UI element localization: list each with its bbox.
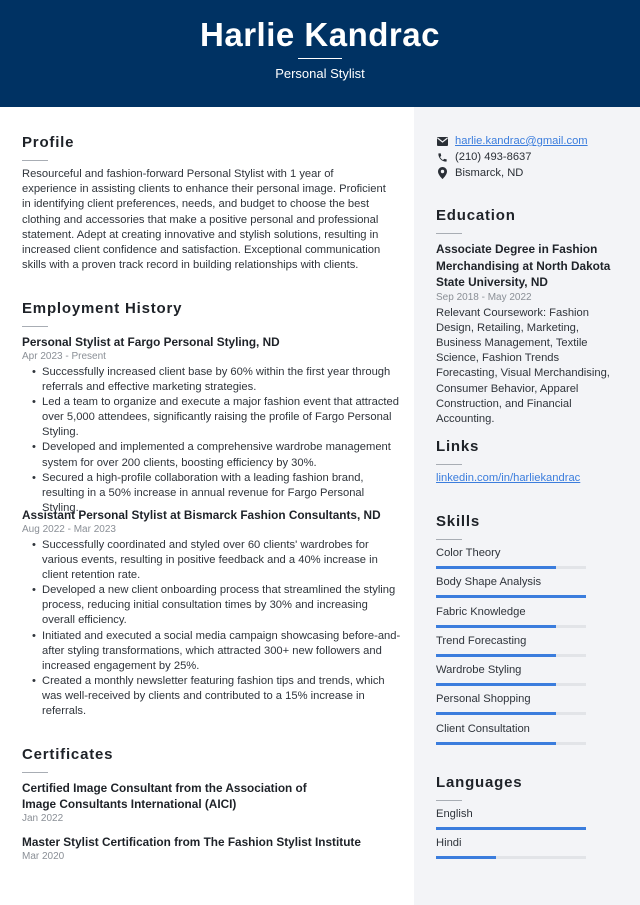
section-divider [22, 326, 48, 327]
profile-heading: Profile [22, 134, 75, 151]
header-divider [298, 58, 342, 59]
job-title: Personal Stylist at Fargo Personal Styli… [22, 335, 280, 349]
section-divider [436, 464, 462, 465]
candidate-name: Harlie Kandrac [200, 16, 440, 53]
map-pin-icon [436, 167, 448, 179]
education-description: Relevant Coursework: Fashion Design, Ret… [436, 306, 610, 425]
skill-item-level-bar [436, 595, 586, 599]
skill-item-level-bar [436, 566, 586, 569]
language-item-level-bar [436, 856, 586, 860]
education-degree: Associate Degree in Fashion Merchandisin… [436, 242, 611, 289]
phone-icon [436, 151, 448, 163]
skill-item-level-fill [436, 683, 556, 687]
linkedin-link[interactable]: linkedin.com/in/harliekandrac [436, 471, 622, 486]
job-dates: Aug 2022 - Mar 2023 [22, 524, 116, 535]
skill-item: Trend Forecasting [436, 634, 622, 663]
certificate-title: Master Stylist Certification from The Fa… [22, 835, 361, 849]
skills-list: Color Theory Body Shape Analysis Fabric Kn… [436, 546, 622, 751]
phone-text: (210) 493-8637 [455, 151, 532, 163]
skill-item-name: Personal Shopping [436, 693, 531, 706]
section-divider [22, 772, 48, 773]
skill-item-level-bar [436, 683, 586, 687]
language-item: Hindi [436, 836, 622, 865]
language-item-level-bar [436, 827, 586, 830]
email-link[interactable]: harlie.kandrac@gmail.com [455, 133, 588, 149]
skill-item-level-bar [436, 653, 586, 657]
profile-section: Profile Resourceful and fashion-forward … [22, 134, 392, 273]
education-section: Education Associate Degree in Fashion Me… [436, 207, 622, 427]
skill-item: Body Shape Analysis [436, 575, 622, 604]
education-dates: Sep 2018 - May 2022 [436, 291, 532, 303]
skill-item-level-fill [436, 624, 556, 628]
skill-item-level-fill [436, 653, 556, 657]
section-divider [436, 539, 462, 540]
languages-heading: Languages [436, 774, 523, 791]
skills-section: Skills Color Theory Body Shape Analysis Fa… [436, 513, 622, 751]
skill-item-name: Body Shape Analysis [436, 576, 542, 589]
language-item: English [436, 807, 622, 836]
envelope-icon [436, 135, 448, 147]
profile-text: Resourceful and fashion-forward Personal… [22, 168, 386, 272]
skill-item: Color Theory [436, 546, 622, 575]
skill-item-name: Fabric Knowledge [436, 605, 526, 618]
certificates-heading: Certificates [22, 746, 114, 763]
job-bullet: Successfully increased client base by 60… [32, 365, 402, 395]
education-heading: Education [436, 207, 516, 224]
skill-item: Personal Shopping [436, 692, 622, 721]
contact-block: harlie.kandrac@gmail.com (210) 493-8637 … [436, 133, 626, 181]
certificate-entry: Master Stylist Certification from The Fa… [22, 834, 392, 864]
job-bullet: Developed and implemented a comprehensiv… [32, 440, 402, 470]
skill-item: Wardrobe Styling [436, 663, 622, 692]
contact-location-row: Bismarck, ND [436, 165, 626, 181]
skill-item-name: Trend Forecasting [436, 634, 527, 647]
skill-item-level-bar [436, 712, 586, 716]
skills-heading: Skills [436, 513, 480, 530]
employment-heading: Employment History [22, 300, 183, 317]
job-entry: Personal Stylist at Fargo Personal Styli… [22, 334, 399, 516]
section-divider [436, 800, 462, 801]
job-bullet: Developed a new client onboarding proces… [32, 583, 402, 628]
job-bullets: Successfully increased client base by 60… [32, 365, 402, 516]
location-text: Bismarck, ND [455, 167, 524, 179]
job-title: Assistant Personal Stylist at Bismarck F… [22, 508, 381, 522]
skill-item-level-bar [436, 741, 586, 745]
languages-list: English Hindi [436, 807, 622, 866]
certificate-entry: Certified Image Consultant from the Asso… [22, 780, 342, 826]
skill-item-level-fill [436, 712, 556, 716]
job-bullet: Initiated and executed a social media ca… [32, 629, 402, 674]
language-item-name: Hindi [436, 837, 462, 850]
skill-item-level-fill [436, 741, 556, 745]
job-bullet: Successfully coordinated and styled over… [32, 538, 402, 583]
job-dates: Apr 2023 - Present [22, 351, 106, 362]
certificate-title: Certified Image Consultant from the Asso… [22, 781, 307, 811]
candidate-title: Personal Stylist [275, 66, 365, 81]
skill-item-name: Color Theory [436, 547, 501, 559]
job-bullets: Successfully coordinated and styled over… [32, 538, 402, 719]
contact-phone-row: (210) 493-8637 [436, 149, 626, 165]
language-item-level-fill [436, 827, 586, 830]
certificate-date: Mar 2020 [22, 851, 65, 862]
contact-email-row: harlie.kandrac@gmail.com [436, 133, 626, 149]
language-item-name: English [436, 808, 473, 820]
section-divider [22, 160, 48, 161]
skill-item-level-bar [436, 624, 586, 628]
links-heading: Links [436, 438, 480, 455]
languages-section: Languages English Hindi [436, 774, 622, 866]
skill-item: Client Consultation [436, 722, 622, 751]
skill-item-name: Wardrobe Styling [436, 664, 522, 677]
job-bullet: Led a team to organize and execute a maj… [32, 395, 402, 440]
language-item-level-fill [436, 856, 496, 860]
certificates-section: Certificates Certified Image Consultant … [22, 746, 392, 864]
skill-item-level-fill [436, 566, 556, 569]
employment-section: Employment History Personal Stylist at F… [22, 300, 400, 717]
section-divider [436, 233, 462, 234]
skill-item-name: Client Consultation [436, 722, 530, 735]
resume-header: Harlie Kandrac Personal Stylist [0, 0, 640, 107]
links-section: Links linkedin.com/in/harliekandrac [436, 438, 622, 486]
skill-item: Fabric Knowledge [436, 605, 622, 634]
job-bullet: Created a monthly newsletter featuring f… [32, 674, 402, 719]
skill-item-level-fill [436, 595, 586, 599]
job-entry: Assistant Personal Stylist at Bismarck F… [22, 507, 400, 719]
certificate-date: Jan 2022 [22, 813, 64, 824]
